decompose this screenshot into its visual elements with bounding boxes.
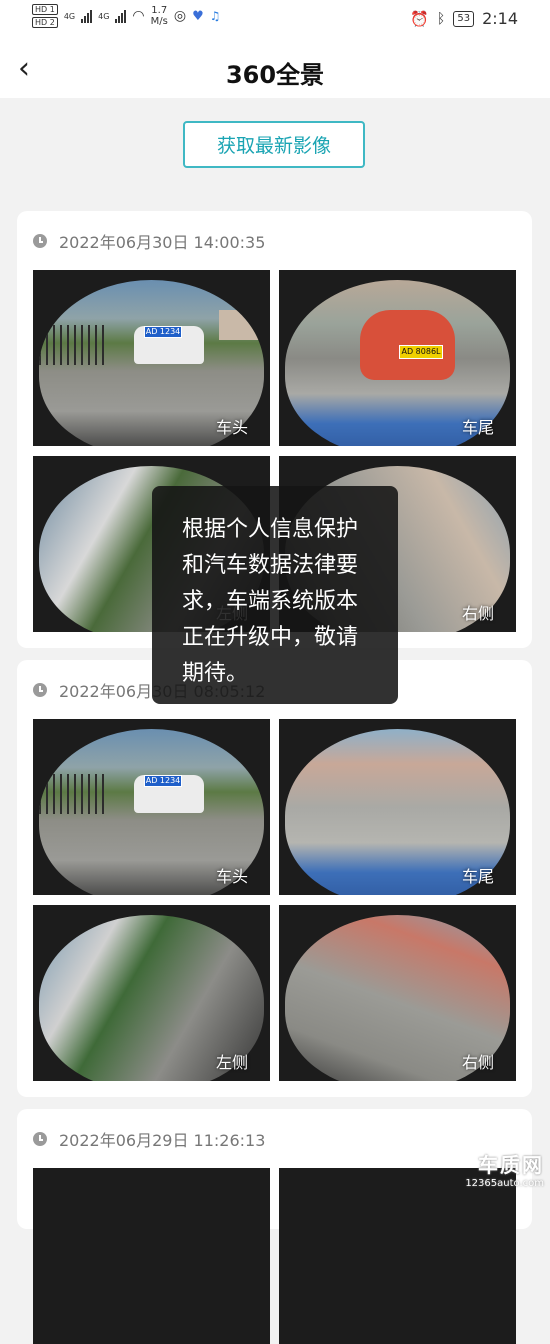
photo-rear[interactable]: AD 8086L 车尾 <box>279 270 516 446</box>
fence-shape <box>39 774 109 814</box>
snapshot-card: 2022年06月29日 11:26:13 <box>17 1109 532 1344</box>
photo-front[interactable]: AD 1234 车头 <box>33 719 270 895</box>
license-plate: AD 1234 <box>144 326 182 338</box>
status-right: ⏰ ᛒ 53 2:14 <box>410 9 518 28</box>
photo-rear[interactable]: 车尾 <box>279 719 516 895</box>
photo-right[interactable]: 右侧 <box>279 905 516 1081</box>
clock-time: 2:14 <box>482 9 518 28</box>
snapshot-time-row: 2022年06月29日 11:26:13 <box>33 1127 265 1151</box>
wifi-icon: ◠ <box>132 8 145 24</box>
speed-unit: M/s <box>150 16 168 27</box>
app-header: ‹ 360全景 <box>0 40 550 98</box>
hd-indicators: HD 1 HD 2 <box>32 4 58 28</box>
signal-1-icon <box>81 9 93 23</box>
wechat-icon: ◎ <box>173 8 187 24</box>
photo-label: 车头 <box>215 867 248 886</box>
signal-2-icon <box>115 9 127 23</box>
watermark-url: 12365auto.com <box>465 1178 544 1189</box>
watermark-brand: 车质网 <box>478 1153 544 1177</box>
snapshot-time: 2022年06月29日 11:26:13 <box>59 1131 266 1150</box>
snapshot-time-row: 2022年06月30日 14:00:35 <box>33 229 265 253</box>
snapshot-card: 2022年06月30日 08:05:12 AD 1234 车头 车尾 左侧 右侧 <box>17 660 532 1097</box>
battery-level: 53 <box>453 10 475 27</box>
network-1-label: 4G <box>63 11 76 21</box>
clock-icon <box>33 1132 47 1146</box>
hd1-label: HD 1 <box>32 4 58 15</box>
clock-icon <box>33 234 47 248</box>
bluetooth-icon: ᛒ <box>436 10 446 27</box>
photo-label: 车头 <box>215 418 248 437</box>
photo-label: 右侧 <box>461 1053 494 1072</box>
license-plate: AD 1234 <box>144 775 182 787</box>
network-speed: 1.7 M/s <box>151 5 168 27</box>
status-bar: HD 1 HD 2 4G 4G ◠ 1.7 M/s ◎ ♥ ♫ ⏰ ᛒ 53 2… <box>0 0 550 40</box>
fence-shape <box>39 325 109 365</box>
photo-label: 左侧 <box>215 1053 248 1072</box>
photo-left[interactable]: 左侧 <box>33 905 270 1081</box>
page-title: 360全景 <box>225 61 325 89</box>
clock-icon <box>33 683 47 697</box>
building-shape <box>219 310 259 340</box>
get-latest-image-button[interactable]: 获取最新影像 <box>183 121 365 168</box>
speed-value: 1.7 <box>151 5 168 16</box>
status-left: HD 1 HD 2 4G 4G ◠ 1.7 M/s ◎ ♥ ♫ <box>32 4 220 28</box>
photo-front[interactable] <box>33 1168 270 1344</box>
network-2-label: 4G <box>98 11 110 21</box>
photo-rear[interactable] <box>279 1168 516 1344</box>
photo-front[interactable]: AD 1234 车头 <box>33 270 270 446</box>
hd2-label: HD 2 <box>32 17 58 28</box>
app-icon: ♥ <box>192 8 204 24</box>
snapshot-time: 2022年06月30日 14:00:35 <box>59 233 266 252</box>
photo-label: 车尾 <box>461 867 494 886</box>
photo-label: 车尾 <box>461 418 494 437</box>
toast-message: 根据个人信息保护和汽车数据法律要求，车端系统版本正在升级中，敬请期待。 <box>152 486 398 704</box>
watermark: 车质网 12365auto.com <box>465 1149 544 1189</box>
alarm-icon: ⏰ <box>410 9 429 28</box>
music-icon: ♫ <box>209 9 221 23</box>
photo-label: 右侧 <box>461 604 494 623</box>
license-plate: AD 8086L <box>399 345 443 359</box>
